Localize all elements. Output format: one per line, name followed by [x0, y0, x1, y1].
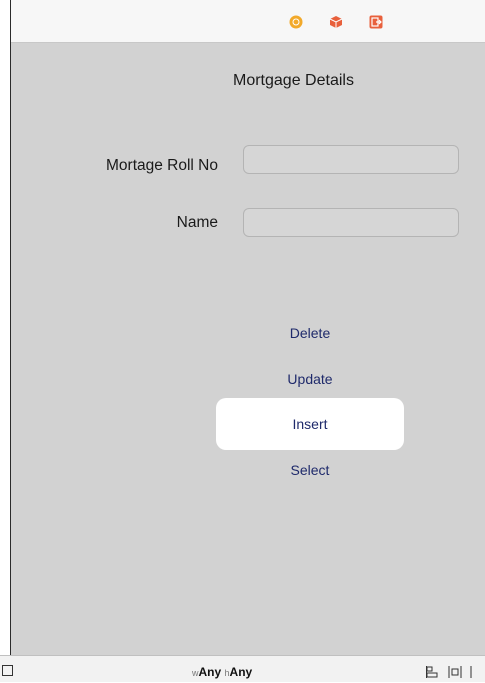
size-class-selector[interactable]: wAny hAny	[192, 665, 252, 679]
pin-icon[interactable]	[448, 665, 462, 683]
update-button[interactable]: Update	[216, 371, 404, 387]
resolve-layout-icon[interactable]	[470, 665, 476, 683]
first-responder-icon[interactable]	[329, 15, 343, 29]
exit-icon[interactable]	[369, 15, 383, 29]
select-button[interactable]: Select	[216, 462, 404, 478]
layout-tools	[426, 665, 476, 683]
document-outline-toggle-icon[interactable]	[2, 665, 13, 676]
insert-button[interactable]: Insert	[216, 416, 404, 432]
delete-button[interactable]: Delete	[216, 325, 404, 341]
align-icon[interactable]	[426, 665, 440, 683]
roll-no-label: Mortage Roll No	[106, 157, 218, 174]
view-canvas	[11, 43, 485, 655]
name-label: Name	[176, 214, 218, 231]
height-class: Any	[229, 665, 253, 679]
view-controller-icon[interactable]	[289, 15, 303, 29]
page-title: Mortgage Details	[233, 72, 354, 89]
roll-no-field[interactable]	[243, 145, 459, 174]
bottom-toolbar: wAny hAny	[0, 655, 485, 682]
insert-button-highlight[interactable]: Insert	[216, 398, 404, 450]
width-class: Any	[198, 665, 222, 679]
storyboard-frame: Mortgage Details Mortage Roll No Name De…	[0, 0, 485, 682]
name-field[interactable]	[243, 208, 459, 237]
scene-dock	[11, 0, 485, 43]
